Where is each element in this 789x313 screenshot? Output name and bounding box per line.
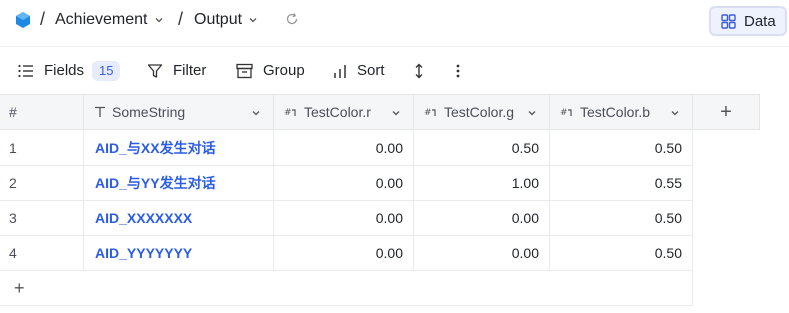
svg-text:#: # [424,108,432,118]
breadcrumb-sheet[interactable]: Output [194,10,258,30]
chevron-down-icon[interactable] [670,108,680,118]
app-logo-icon[interactable] [14,11,32,29]
add-row-label: + [14,277,25,298]
breadcrumb-separator: / [178,9,184,29]
group-label: Group [263,62,305,79]
table-cell-testcolor-b[interactable]: 0.50 [550,236,693,271]
data-view-button[interactable]: Data [709,6,787,36]
svg-text:#: # [560,108,568,118]
text-type-icon [95,106,105,117]
list-icon [18,64,33,78]
table-cell-testcolor-b[interactable]: 0.55 [550,166,693,201]
breadcrumb-separator: / [40,9,46,29]
table-cell-testcolor-g[interactable]: 0.50 [414,131,550,166]
index-header-label: # [9,104,17,120]
column-header-label: TestColor.g [444,104,515,120]
toolbar: Fields 15 Filter Group Sort [0,46,789,94]
table-cell-testcolor-g[interactable]: 1.00 [414,166,550,201]
table-cell-testcolor-b[interactable]: 0.50 [550,201,693,236]
chevron-down-icon[interactable] [527,108,537,118]
chevron-down-icon[interactable] [391,108,401,118]
table-cell-somestring[interactable]: AID_YYYYYYY [84,236,274,271]
add-column-label: + [720,100,732,123]
fields-button[interactable]: Fields 15 [18,61,121,81]
table-cell-somestring[interactable]: AID_与YY发生对话 [84,166,274,201]
index-column-header: # [0,94,84,130]
data-view-label: Data [744,12,776,30]
column-header-label: TestColor.b [580,104,651,120]
column-header-testcolor-b[interactable]: # TestColor.b [550,94,693,130]
sort-button[interactable]: Sort [333,61,385,81]
table-cell-testcolor-g[interactable]: 0.00 [414,236,550,271]
more-options-icon[interactable] [455,64,461,78]
row-index: 3 [0,201,84,236]
breadcrumb-project-label: Achievement [55,11,148,28]
column-header-label: TestColor.r [304,104,371,120]
sort-bars-icon [334,65,346,78]
column-header-testcolor-g[interactable]: # TestColor.g [414,94,550,130]
table-cell-testcolor-r[interactable]: 0.00 [274,236,414,271]
number-type-icon: # [560,108,572,118]
add-row-button[interactable]: + [0,271,693,306]
column-header-label: SomeString [112,104,186,120]
fields-count-badge: 15 [92,61,121,81]
filter-button[interactable]: Filter [147,61,206,81]
filter-label: Filter [173,62,207,79]
number-type-icon: # [424,108,436,118]
group-button[interactable]: Group [236,61,305,81]
row-index: 4 [0,236,84,271]
filter-icon [147,64,163,78]
breadcrumb-project[interactable]: Achievement [55,10,164,30]
row-index: 2 [0,166,84,201]
grid-view-icon [721,13,736,29]
table-cell-testcolor-b[interactable]: 0.50 [550,131,693,166]
chevron-down-icon [155,18,162,23]
svg-text:#: # [284,108,292,118]
column-header-testcolor-r[interactable]: # TestColor.r [274,94,414,130]
row-index: 1 [0,131,84,166]
top-bar: / Achievement / Output Data [0,0,789,40]
row-height-icon[interactable] [414,63,424,79]
table-cell-somestring[interactable]: AID_与XX发生对话 [84,131,274,166]
sort-label: Sort [357,62,385,79]
breadcrumb-sheet-label: Output [194,11,243,28]
table-cell-testcolor-r[interactable]: 0.00 [274,131,414,166]
number-type-icon: # [284,108,296,118]
table-cell-testcolor-r[interactable]: 0.00 [274,201,414,236]
table-cell-somestring[interactable]: AID_XXXXXXX [84,201,274,236]
refresh-icon[interactable] [285,12,299,26]
group-box-icon [236,63,253,79]
table-cell-testcolor-r[interactable]: 0.00 [274,166,414,201]
add-column-button[interactable]: + [693,94,760,130]
column-header-somestring[interactable]: SomeString [84,94,274,130]
chevron-down-icon [249,18,257,23]
chevron-down-icon[interactable] [251,108,261,118]
fields-label: Fields [44,62,85,79]
table-cell-testcolor-g[interactable]: 0.00 [414,201,550,236]
